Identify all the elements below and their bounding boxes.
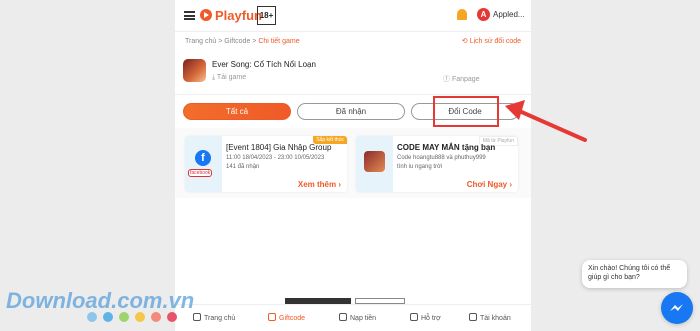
nav-support[interactable]: Hỗ trợ bbox=[410, 313, 441, 322]
view-more-button[interactable]: Xem thêm › bbox=[298, 180, 341, 189]
play-now-button[interactable]: Chơi Ngay › bbox=[467, 180, 512, 189]
card-source bbox=[356, 136, 393, 192]
redeem-history-label: Lịch sử đổi code bbox=[469, 38, 521, 45]
bottom-nav: Trang chủ Giftcode Nạp tiền Hỗ trợ Tài k… bbox=[175, 304, 531, 331]
breadcrumb-giftcode[interactable]: Giftcode bbox=[224, 38, 250, 45]
game-thumbnail bbox=[364, 151, 385, 172]
app-panel: Playfun 18+ A Appled... Trang chủ > Gift… bbox=[175, 0, 531, 331]
divider bbox=[175, 94, 531, 95]
menu-icon[interactable] bbox=[184, 11, 195, 20]
avatar[interactable]: A bbox=[477, 8, 490, 21]
user-icon bbox=[469, 313, 477, 321]
watermark-dot bbox=[87, 312, 97, 322]
watermark-dots bbox=[87, 309, 183, 327]
tab-received[interactable]: Đã nhận bbox=[297, 103, 405, 120]
fanpage-label: Fanpage bbox=[451, 76, 480, 83]
tab-all[interactable]: Tất cả bbox=[183, 103, 291, 120]
card-title: [Event 1804] Gia Nhập Group bbox=[226, 143, 332, 152]
nav-home-label: Trang chủ bbox=[204, 315, 236, 322]
view-more-label: Xem thêm bbox=[297, 180, 337, 189]
home-icon bbox=[193, 313, 201, 321]
nav-support-label: Hỗ trợ bbox=[421, 315, 441, 322]
card-source: f facebook bbox=[185, 136, 222, 192]
top-bar: Playfun 18+ A Appled... bbox=[175, 0, 531, 32]
messenger-icon[interactable] bbox=[661, 292, 693, 324]
chat-greeting-bubble[interactable]: Xin chào! Chúng tôi có thể giúp gì cho b… bbox=[582, 260, 687, 288]
watermark-dot bbox=[103, 312, 113, 322]
facebook-icon: f bbox=[195, 150, 211, 166]
game-title: Ever Song: Cổ Tích Nổi Loạn bbox=[212, 60, 316, 69]
giftcode-card[interactable]: f facebook Sắp kết thúc [Event 1804] Gia… bbox=[185, 136, 347, 192]
download-game-label: Tải game bbox=[216, 74, 247, 81]
nav-giftcode[interactable]: Giftcode bbox=[268, 313, 305, 322]
breadcrumb-current: Chi tiết game bbox=[258, 38, 300, 45]
breadcrumb: Trang chủ > Giftcode > Chi tiết game bbox=[185, 38, 300, 45]
username[interactable]: Appled... bbox=[493, 10, 529, 19]
logo-text[interactable]: Playfun bbox=[215, 8, 262, 23]
nav-topup-label: Nạp tiền bbox=[350, 315, 377, 322]
nav-topup[interactable]: Nạp tiền bbox=[339, 313, 376, 322]
age-rating-badge: 18+ bbox=[257, 6, 276, 25]
watermark-dot bbox=[135, 312, 145, 322]
card-title: CODE MAY MẮN tặng bạn bbox=[397, 143, 496, 152]
annotation-highlight-box bbox=[433, 96, 499, 127]
card-description: tình iu ngang trời bbox=[397, 164, 443, 170]
breadcrumb-separator: > bbox=[218, 38, 223, 45]
messenger-glyph bbox=[670, 304, 683, 311]
card-time: 11:00 18/04/2023 - 23:00 10/05/2023 bbox=[226, 155, 325, 161]
card-description: Code hoangtu888 và phuthuy999 bbox=[397, 155, 486, 161]
redeem-history-link[interactable]: ⟲ Lịch sử đổi code bbox=[462, 37, 521, 45]
promo-card[interactable]: Mã từ Playfun CODE MAY MẮN tặng bạn Code… bbox=[356, 136, 518, 192]
nav-account[interactable]: Tài khoản bbox=[469, 313, 511, 322]
source-tag: facebook bbox=[188, 169, 213, 177]
support-icon bbox=[410, 313, 418, 321]
play-now-label: Chơi Ngay bbox=[466, 180, 508, 189]
wallet-icon bbox=[339, 313, 347, 321]
watermark-dot bbox=[167, 312, 177, 322]
download-game-link[interactable]: ⤓ Tải game bbox=[212, 74, 246, 82]
gift-icon bbox=[268, 313, 276, 321]
annotation-arrow-icon bbox=[505, 100, 587, 142]
nav-account-label: Tài khoản bbox=[480, 315, 511, 322]
fanpage-link[interactable]: ⓕ Fanpage bbox=[443, 74, 480, 84]
card-received-count: 141 đã nhận bbox=[226, 164, 260, 170]
watermark-dot bbox=[119, 312, 129, 322]
nav-giftcode-label: Giftcode bbox=[279, 315, 306, 322]
breadcrumb-home[interactable]: Trang chủ bbox=[185, 38, 216, 45]
game-thumbnail bbox=[183, 59, 206, 82]
nav-home[interactable]: Trang chủ bbox=[193, 313, 235, 322]
playfun-logo-icon[interactable] bbox=[200, 9, 212, 21]
watermark-dot bbox=[151, 312, 161, 322]
breadcrumb-separator: > bbox=[252, 38, 257, 45]
notification-bell-icon[interactable] bbox=[457, 9, 467, 20]
